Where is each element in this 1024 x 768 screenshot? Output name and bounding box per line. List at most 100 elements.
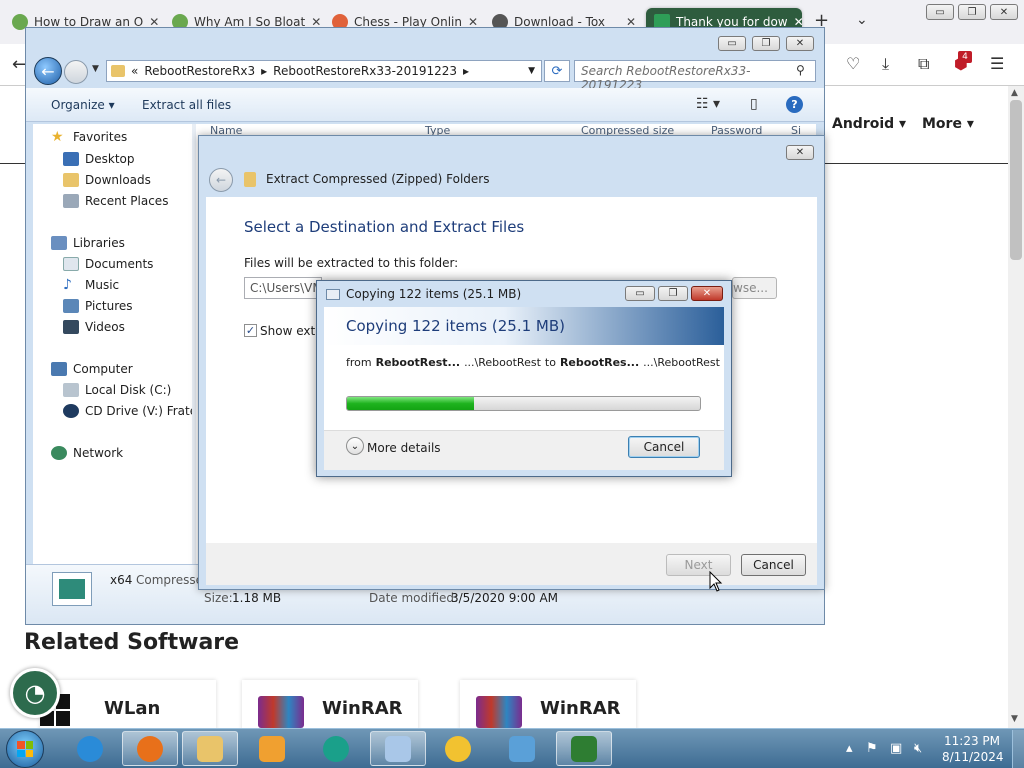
explorer-maximize-button[interactable]: ❐ (752, 36, 780, 51)
maximize-button[interactable]: ❐ (958, 4, 986, 20)
taskbar-task-manager[interactable] (556, 731, 612, 766)
breadcrumb-overflow[interactable]: « (131, 64, 138, 78)
browse-button[interactable]: wse... (732, 277, 777, 299)
nav-downloads[interactable]: Downloads (63, 173, 151, 187)
nav-pictures-label: Pictures (85, 299, 133, 313)
to-path: ...\RebootRest (643, 356, 720, 369)
menu-icon[interactable]: ☰ (990, 54, 1004, 73)
taskbar-firefox[interactable] (122, 731, 178, 766)
copy-close-button[interactable]: ✕ (691, 286, 723, 301)
to-name[interactable]: RebootRes... (560, 356, 639, 369)
search-input[interactable]: Search RebootRestoreRx33-20191223 (574, 60, 816, 92)
nav-network[interactable]: Network (51, 446, 123, 460)
taskbar-explorer[interactable] (182, 731, 238, 766)
nav-desktop-label: Desktop (85, 152, 135, 166)
volume-muted-icon[interactable]: 🔇︎ (914, 741, 922, 756)
taskbar-clock[interactable]: 11:23 PM 8/11/2024 (942, 733, 1004, 765)
copy-cancel-button[interactable]: Cancel (628, 436, 700, 458)
taskbar-bee[interactable] (430, 731, 486, 766)
explorer-close-button[interactable]: ✕ (786, 36, 814, 51)
clock-date: 8/11/2024 (942, 750, 1004, 764)
taskbar-media[interactable] (244, 731, 300, 766)
mouse-cursor-icon (709, 571, 723, 592)
organize-button[interactable]: Organize ▾ (51, 98, 115, 112)
explorer-minimize-button[interactable]: ▭ (718, 36, 746, 51)
chevron-down-icon[interactable]: ⌄ (346, 437, 364, 455)
close-button[interactable]: ✕ (990, 4, 1018, 20)
nav-videos-label: Videos (85, 320, 125, 334)
nav-cd-drive[interactable]: CD Drive (V:) Frater (63, 404, 202, 418)
search-icon[interactable]: ⚲ (796, 63, 805, 77)
from-path: ...\RebootRest (464, 356, 541, 369)
forward-button[interactable] (64, 60, 88, 84)
computer-icon (51, 362, 67, 376)
wizard-close-button[interactable]: ✕ (786, 145, 814, 160)
software-card[interactable]: WinRAR (242, 680, 418, 730)
nav-documents-label: Documents (85, 257, 154, 271)
from-name[interactable]: RebootRest... (376, 356, 460, 369)
nav-libraries[interactable]: Libraries (51, 236, 125, 250)
nav-android[interactable]: Android ▾ (832, 116, 906, 132)
nav-local-disk[interactable]: Local Disk (C:) (63, 383, 171, 397)
tray-expand-icon[interactable]: ▴ (846, 741, 853, 756)
nav-desktop[interactable]: Desktop (63, 152, 135, 166)
nav-videos[interactable]: Videos (63, 320, 125, 334)
show-files-checkbox[interactable]: ✓ (244, 324, 257, 337)
network-icon (51, 446, 67, 460)
minimize-button[interactable]: ▭ (926, 4, 954, 20)
extensions-icon[interactable]: ⧉ (918, 54, 929, 74)
scroll-up-icon[interactable]: ▲ (1011, 88, 1018, 98)
nav-documents[interactable]: Documents (63, 257, 153, 271)
recent-pages-icon[interactable]: ▼ (92, 64, 99, 74)
cookie-settings-button[interactable]: ◔ (10, 668, 60, 718)
nav-music[interactable]: ♪ Music (63, 278, 119, 292)
extension-badge: 4 (958, 51, 972, 63)
chevron-right-icon[interactable]: ▸ (261, 64, 267, 78)
help-icon[interactable]: ? (786, 96, 803, 113)
software-card-name: WinRAR (540, 698, 621, 719)
download-icon[interactable]: ⤓ (882, 54, 889, 74)
scrollbar-thumb[interactable] (1010, 100, 1022, 260)
copy-maximize-button[interactable]: ❐ (658, 286, 688, 301)
zip-file-icon (52, 572, 92, 606)
refresh-icon[interactable]: ⟳ (544, 60, 570, 82)
more-details-toggle[interactable]: More details (367, 441, 441, 455)
extract-all-button[interactable]: Extract all files (142, 98, 231, 112)
preview-pane-icon[interactable]: ▯ (750, 96, 758, 112)
taskbar-globe[interactable] (308, 731, 364, 766)
nav-recent-places[interactable]: Recent Places (63, 194, 168, 208)
nav-pictures[interactable]: Pictures (63, 299, 133, 313)
nav-music-label: Music (85, 278, 120, 292)
nav-more[interactable]: More ▾ (922, 116, 974, 132)
taskbar-notepad[interactable] (370, 731, 426, 766)
breadcrumb-item[interactable]: RebootRestoreRx3 (144, 64, 255, 78)
nav-more-label: More (922, 116, 962, 132)
software-card[interactable]: WLan (40, 680, 216, 730)
winrar-icon (258, 696, 304, 728)
taskbar-ie[interactable] (62, 731, 118, 766)
copy-minimize-button[interactable]: ▭ (625, 286, 655, 301)
address-dropdown-icon[interactable]: ▼ (528, 66, 535, 76)
view-options-icon[interactable]: ☷ ▾ (696, 96, 720, 112)
network-tray-icon[interactable]: ▣ (890, 741, 902, 756)
wizard-cancel-button[interactable]: Cancel (741, 554, 806, 576)
show-desktop-button[interactable] (1012, 730, 1024, 768)
back-button[interactable]: ← (34, 57, 62, 85)
breadcrumb-item[interactable]: RebootRestoreRx33-20191223 (273, 64, 457, 78)
start-button[interactable] (6, 730, 44, 768)
nav-computer[interactable]: Computer (51, 362, 133, 376)
wizard-back-button[interactable]: ← (209, 168, 233, 192)
software-card-name: WinRAR (322, 698, 403, 719)
scroll-down-icon[interactable]: ▼ (1011, 714, 1018, 724)
pocket-icon[interactable]: ♡ (846, 54, 860, 73)
action-center-flag-icon[interactable]: ⚑ (866, 741, 878, 756)
destination-folder-input[interactable]: C:\Users\VM (244, 277, 322, 299)
nav-favorites[interactable]: ★ Favorites (51, 130, 127, 144)
software-card[interactable]: WinRAR (460, 680, 636, 730)
disk-icon (63, 383, 79, 397)
chevron-right-icon[interactable]: ▸ (463, 64, 469, 78)
tab-list-button[interactable]: ⌄ (856, 12, 868, 28)
address-bar[interactable]: « RebootRestoreRx3 ▸ RebootRestoreRx33-2… (106, 60, 542, 82)
taskbar-paint[interactable] (494, 731, 550, 766)
copy-from-to-line: from RebootRest... ...\RebootRest to Reb… (346, 356, 720, 369)
